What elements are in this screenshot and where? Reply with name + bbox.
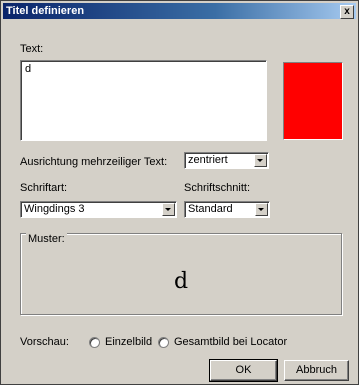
radio-single-image[interactable] [89,337,100,348]
close-icon[interactable]: x [340,5,354,19]
radio-overall-image-locator[interactable] [158,337,169,348]
font-style-value: Standard [188,203,233,215]
font-value: Wingdings 3 [24,203,85,215]
title-text-input[interactable]: d [20,60,267,141]
chevron-down-icon[interactable] [162,203,175,216]
alignment-select[interactable]: zentriert [184,152,269,169]
radio-single-image-label[interactable]: Einzelbild [105,336,152,348]
chevron-down-icon[interactable] [255,203,268,216]
cancel-button[interactable]: Abbruch [284,360,349,381]
chevron-down-icon[interactable] [254,154,267,167]
sample-preview-text: d [173,269,189,294]
title-definition-dialog: Titel definieren x Text: d Ausrichtung m… [0,0,359,385]
font-select[interactable]: Wingdings 3 [20,201,177,218]
dialog-titlebar[interactable]: Titel definieren x [3,3,356,19]
ok-button[interactable]: OK [209,359,278,382]
sample-legend: Muster: [26,233,67,245]
dialog-title: Titel definieren [6,5,85,17]
alignment-label: Ausrichtung mehrzeiliger Text: [20,156,168,168]
font-style-select[interactable]: Standard [184,201,270,218]
color-swatch[interactable] [283,62,343,140]
radio-overall-image-locator-label[interactable]: Gesamtbild bei Locator [174,336,287,348]
font-style-label: Schriftschnitt: [184,182,251,194]
alignment-value: zentriert [188,154,228,166]
font-label: Schriftart: [20,182,68,194]
text-label: Text: [20,43,44,55]
preview-label: Vorschau: [20,336,69,348]
